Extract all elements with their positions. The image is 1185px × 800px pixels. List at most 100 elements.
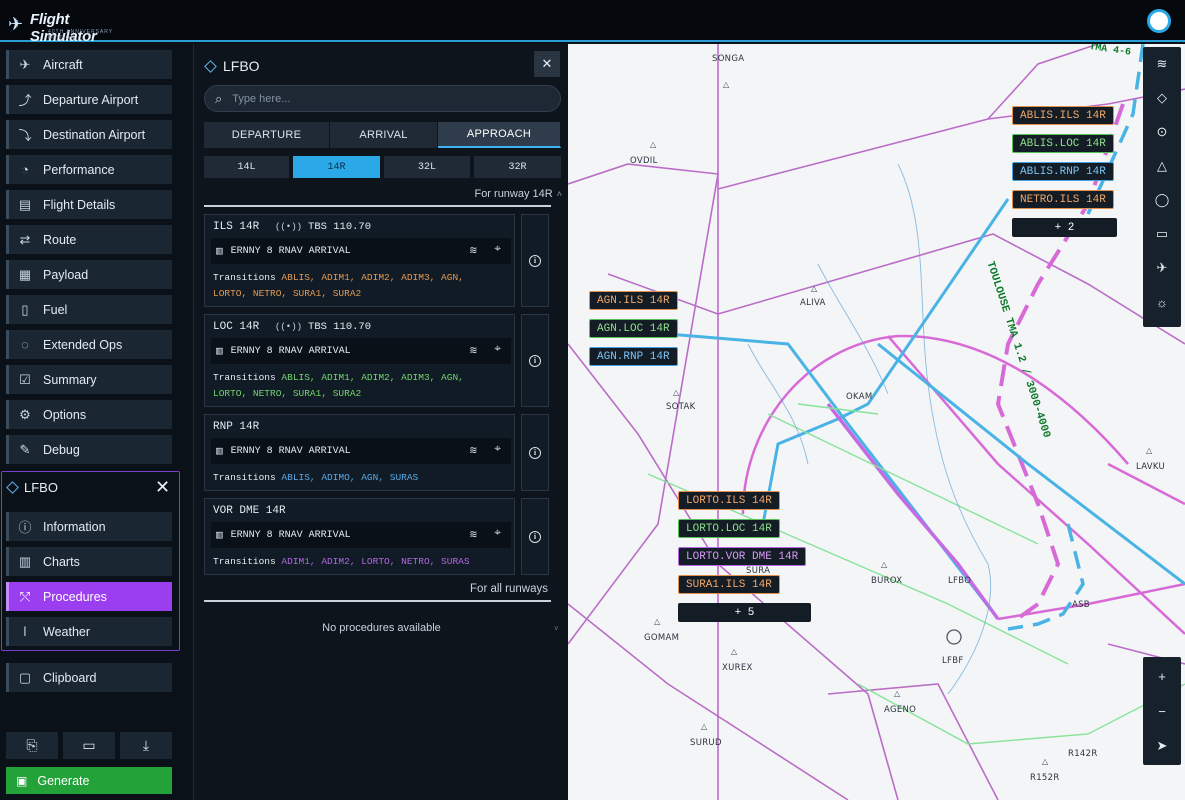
procedure-info-button[interactable]: i [521,214,549,307]
route-icon: ⇄ [19,231,31,247]
for-runway-header[interactable]: For runway 14R ˄ [474,188,562,200]
procedure-card-loc-14r[interactable]: LOC 14R ((•)) TBS 110.70 ▥ ERNNY 8 RNAV A… [204,314,515,407]
zoom-in-button[interactable]: + [1143,659,1181,693]
generate-button[interactable]: ▣ Generate [6,767,172,794]
checklist-icon: ☑ [19,371,31,387]
sidebar-item-destination-airport[interactable]: ⤵ Destination Airport [6,120,172,149]
arrival-row[interactable]: ▥ ERNNY 8 RNAV ARRIVAL ≋ ⌖ [211,338,511,364]
focus-icon[interactable]: ⌖ [494,526,501,540]
procedure-info-button[interactable]: i [521,498,549,575]
search-input[interactable] [232,92,533,105]
map-view[interactable]: TOULOUSE TMA 1.2 / 3000-4000 TMA 4-6 SON… [568,44,1185,800]
tab-arrival[interactable]: ARRIVAL [330,122,438,148]
layers-icon[interactable]: ≋ [470,243,477,258]
sun-icon[interactable]: ☼ [1143,285,1181,319]
transitions-list: ADIM1, ADIM2, LORTO, NETRO, SURAS [281,556,470,567]
procedure-tag[interactable]: NETRO.ILS 14R [1012,190,1114,209]
waypoint-triangle-icon: △ [894,689,901,698]
arrival-name: ERNNY 8 RNAV ARRIVAL [230,445,351,457]
waypoint-label: LAVKU [1136,462,1166,472]
diamond-icon[interactable]: ◇ [1143,81,1181,115]
sidebar-item-extended-ops[interactable]: ◌ Extended Ops [6,330,172,359]
procedure-tag[interactable]: AGN.ILS 14R [589,291,678,310]
procedure-tag[interactable]: LORTO.LOC 14R [678,519,780,538]
sidebar-item-options[interactable]: ⚙ Options [6,400,172,429]
sidebar-item-aircraft[interactable]: ✈ Aircraft [6,50,172,79]
sidebar-item-label: Information [43,519,106,534]
sidebar-item-performance[interactable]: ◔ Performance [6,155,172,184]
sidebar-item-charts[interactable]: ▥ Charts [6,547,172,576]
sidebar-item-summary[interactable]: ☑ Summary [6,365,172,394]
waypoint-label: AGENO [884,705,917,715]
sidebar-item-weather[interactable]: ǀ Weather [6,617,172,646]
user-avatar[interactable] [1147,9,1171,33]
close-airport-icon[interactable]: ✕ [155,477,170,498]
sidebar-item-information[interactable]: ⓘ Information [6,512,172,541]
procedures-icon: ⤲ [19,588,31,604]
more-tags-button[interactable]: + 5 [678,603,811,622]
panel-title: LFBO [204,58,260,74]
sidebar-item-label: Fuel [43,302,68,317]
sidebar-item-procedures[interactable]: ⤲ Procedures [6,582,172,611]
sidebar-item-clipboard[interactable]: ▢ Clipboard [6,663,172,692]
arrival-row[interactable]: ▥ ERNNY 8 RNAV ARRIVAL ≋ ⌖ [211,522,511,548]
sidebar-item-debug[interactable]: ✎ Debug [6,435,172,464]
layers-icon[interactable]: ≋ [1143,47,1181,81]
map-canvas [568,44,1185,800]
sidebar-item-route[interactable]: ⇄ Route [6,225,172,254]
arrival-icon: ⤵ [18,128,32,143]
procedure-tag[interactable]: AGN.RNP 14R [589,347,678,366]
procedure-tag[interactable]: ABLIS.RNP 14R [1012,162,1114,181]
procedure-card-rnp-14r[interactable]: RNP 14R ▥ ERNNY 8 RNAV ARRIVAL ≋ ⌖ Trans… [204,414,515,491]
circle-dot-icon[interactable]: ⊙ [1143,115,1181,149]
procedure-tag[interactable]: ABLIS.LOC 14R [1012,134,1114,153]
close-panel-button[interactable]: ✕ [534,51,560,77]
for-all-runways-header[interactable]: For all runways [470,583,548,595]
waypoint-triangle-icon: △ [654,617,661,626]
triangle-icon[interactable]: △ [1143,149,1181,183]
new-flight-button[interactable]: ⎘ [6,732,58,759]
layers-icon[interactable]: ≋ [470,527,477,542]
plane-icon[interactable]: ✈ [1143,251,1181,285]
procedure-tag[interactable]: LORTO.ILS 14R [678,491,780,510]
runway-icon[interactable]: ▭ [1143,217,1181,251]
circle-icon[interactable]: ◯ [1143,183,1181,217]
sidebar-item-label: Aircraft [43,57,83,72]
chevron-up-icon: ˄ [556,189,562,199]
focus-icon[interactable]: ⌖ [494,242,501,256]
waypoint-label: R152R [1030,773,1060,783]
focus-icon[interactable]: ⌖ [494,442,501,456]
sidebar-item-fuel[interactable]: ▯ Fuel [6,295,172,324]
procedure-tag[interactable]: AGN.LOC 14R [589,319,678,338]
more-tags-button[interactable]: + 2 [1012,218,1117,237]
runway-14l[interactable]: 14L [204,156,289,178]
procedure-tag[interactable]: SURA1.ILS 14R [678,575,780,594]
zoom-out-button[interactable]: − [1143,694,1181,728]
runway-14r[interactable]: 14R [293,156,380,178]
sidebar-item-label: Procedures [43,589,107,604]
section-divider [204,205,551,207]
runway-32r[interactable]: 32R [474,156,561,178]
download-button[interactable]: ⤓ [120,732,172,759]
procedure-tag[interactable]: ABLIS.ILS 14R [1012,106,1114,125]
procedure-info-button[interactable]: i [521,314,549,407]
runway-32l[interactable]: 32L [384,156,470,178]
focus-icon[interactable]: ⌖ [494,342,501,356]
open-folder-button[interactable]: ▭ [63,732,115,759]
procedure-info-button[interactable]: i [521,414,549,491]
sidebar-item-label: Flight Details [43,197,116,212]
sidebar-item-departure-airport[interactable]: ⤴ Departure Airport [6,85,172,114]
procedure-tag[interactable]: LORTO.VOR DME 14R [678,547,807,566]
tab-approach[interactable]: APPROACH [438,122,561,148]
thermometer-icon: ǀ [23,624,27,639]
recenter-button[interactable]: ➤ [1143,729,1181,763]
sidebar-item-payload[interactable]: ▦ Payload [6,260,172,289]
layers-icon[interactable]: ≋ [470,343,477,358]
tab-departure[interactable]: DEPARTURE [204,122,330,148]
arrival-row[interactable]: ▥ ERNNY 8 RNAV ARRIVAL ≋ ⌖ [211,438,511,464]
arrival-row[interactable]: ▥ ERNNY 8 RNAV ARRIVAL ≋ ⌖ [211,238,511,264]
procedure-card-vor-dme-14r[interactable]: VOR DME 14R ▥ ERNNY 8 RNAV ARRIVAL ≋ ⌖ T… [204,498,515,575]
procedure-card-ils-14r[interactable]: ILS 14R ((•)) TBS 110.70 ▥ ERNNY 8 RNAV A… [204,214,515,307]
sidebar-item-flight-details[interactable]: ▤ Flight Details [6,190,172,219]
layers-icon[interactable]: ≋ [470,443,477,458]
